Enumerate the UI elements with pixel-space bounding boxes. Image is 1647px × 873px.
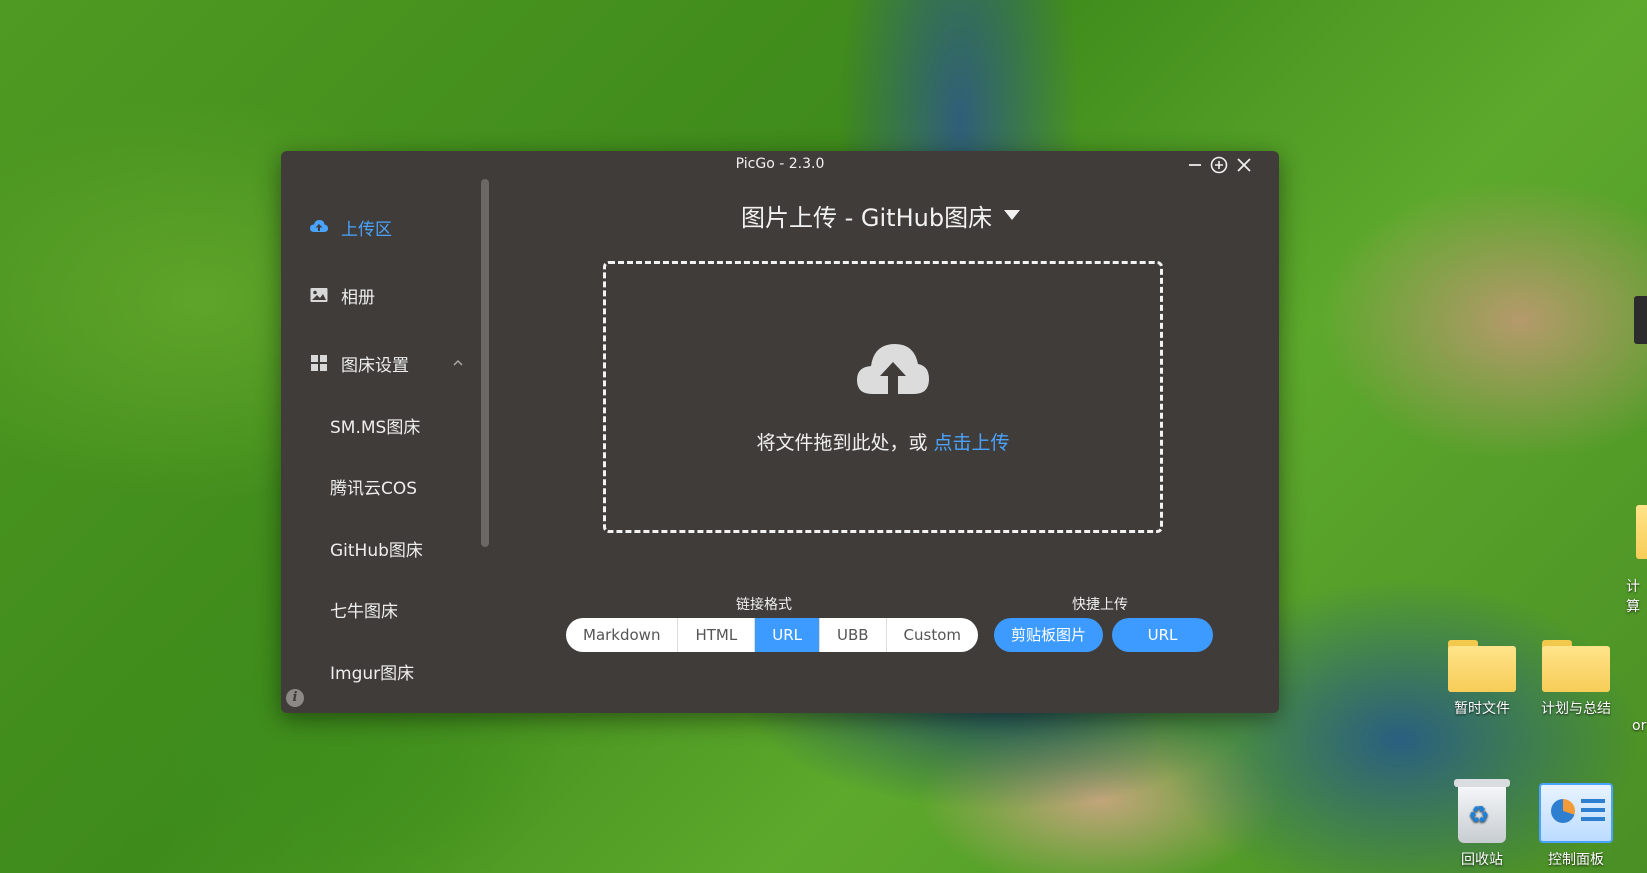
picbed-item-imgur[interactable]: Imgur图床 — [330, 656, 414, 686]
desktop-icon-label: 计划与总结 — [1541, 701, 1611, 717]
nav-album[interactable]: 相册 — [309, 279, 375, 311]
partial-desktop-label: 计算 — [1626, 579, 1640, 615]
quick-upload-label: 快捷上传 — [1072, 597, 1128, 613]
folder-icon — [1542, 640, 1610, 692]
nav-upload[interactable]: 上传区 — [309, 211, 392, 243]
picbed-item-qiniu[interactable]: 七牛图床 — [330, 594, 398, 624]
sidebar: 上传区 相册 图床设置 SM.MS图床 腾讯云COS GitHub图床 七牛图床… — [281, 177, 479, 713]
dropzone-text: 将文件拖到此处，或 点击上传 — [606, 428, 1160, 455]
upload-dropzone[interactable]: 将文件拖到此处，或 点击上传 — [603, 261, 1163, 533]
desktop-icon-label: 回收站 — [1461, 852, 1503, 868]
dropzone-hint: 将文件拖到此处，或 — [756, 432, 934, 454]
nav-upload-label: 上传区 — [341, 219, 392, 240]
picbed-item-smms[interactable]: SM.MS图床 — [330, 410, 420, 440]
nav-picbed-settings[interactable]: 图床设置 — [309, 347, 409, 379]
cloud-upload-icon — [309, 216, 331, 238]
recycle-bin-icon: ♻ — [1454, 779, 1510, 843]
format-markdown[interactable]: Markdown — [566, 618, 679, 652]
partial-desktop-label: or — [1632, 718, 1647, 734]
minimize-icon[interactable] — [1185, 155, 1205, 175]
titlebar[interactable]: PicGo - 2.3.0 — [281, 151, 1279, 177]
desktop-icon-temp-files[interactable]: 暂时文件 — [1436, 640, 1528, 718]
desktop-icon-label: 控制面板 — [1548, 852, 1604, 868]
format-html[interactable]: HTML — [678, 618, 756, 652]
control-panel-icon — [1539, 783, 1613, 843]
folder-icon[interactable] — [1636, 505, 1647, 559]
link-format-label: 链接格式 — [736, 597, 792, 613]
clipboard-upload-button[interactable]: 剪贴板图片 — [994, 618, 1103, 652]
desktop-icon-recycle-bin[interactable]: ♻ 回收站 — [1436, 779, 1528, 869]
caret-down-icon — [1004, 210, 1021, 220]
image-icon — [309, 284, 331, 306]
edge-widget[interactable] — [1634, 296, 1647, 344]
desktop-icon-label: 暂时文件 — [1454, 701, 1510, 717]
format-custom[interactable]: Custom — [887, 618, 978, 652]
picgo-window: PicGo - 2.3.0 上传区 相册 图床设置 SM.MS图床 腾讯云COS… — [281, 151, 1279, 713]
link-format-group: Markdown HTML URL UBB Custom — [566, 618, 979, 652]
nav-picbed-settings-label: 图床设置 — [341, 355, 409, 376]
folder-icon — [1448, 640, 1516, 692]
desktop-icon-control-panel[interactable]: 控制面板 — [1530, 783, 1622, 869]
picbed-selector[interactable]: 图片上传 - GitHub图床 — [741, 198, 1021, 232]
window-title: PicGo - 2.3.0 — [735, 156, 825, 172]
sidebar-scrollbar[interactable] — [481, 179, 489, 547]
cloud-upload-icon — [857, 344, 929, 394]
format-url[interactable]: URL — [755, 618, 820, 652]
url-upload-button[interactable]: URL — [1112, 618, 1213, 652]
page-title: 图片上传 - GitHub图床 — [741, 203, 993, 232]
chevron-up-icon[interactable] — [451, 356, 465, 370]
close-icon[interactable] — [1234, 155, 1254, 175]
picbed-item-github[interactable]: GitHub图床 — [330, 533, 423, 563]
format-ubb[interactable]: UBB — [820, 618, 887, 652]
grid-icon — [309, 352, 331, 374]
info-icon[interactable]: i — [286, 689, 304, 707]
desktop-icon-plans[interactable]: 计划与总结 — [1530, 640, 1622, 718]
nav-album-label: 相册 — [341, 287, 375, 308]
pin-icon[interactable] — [1209, 155, 1229, 175]
picbed-item-tencent-cos[interactable]: 腾讯云COS — [330, 471, 417, 501]
click-upload-link[interactable]: 点击上传 — [934, 432, 1010, 454]
